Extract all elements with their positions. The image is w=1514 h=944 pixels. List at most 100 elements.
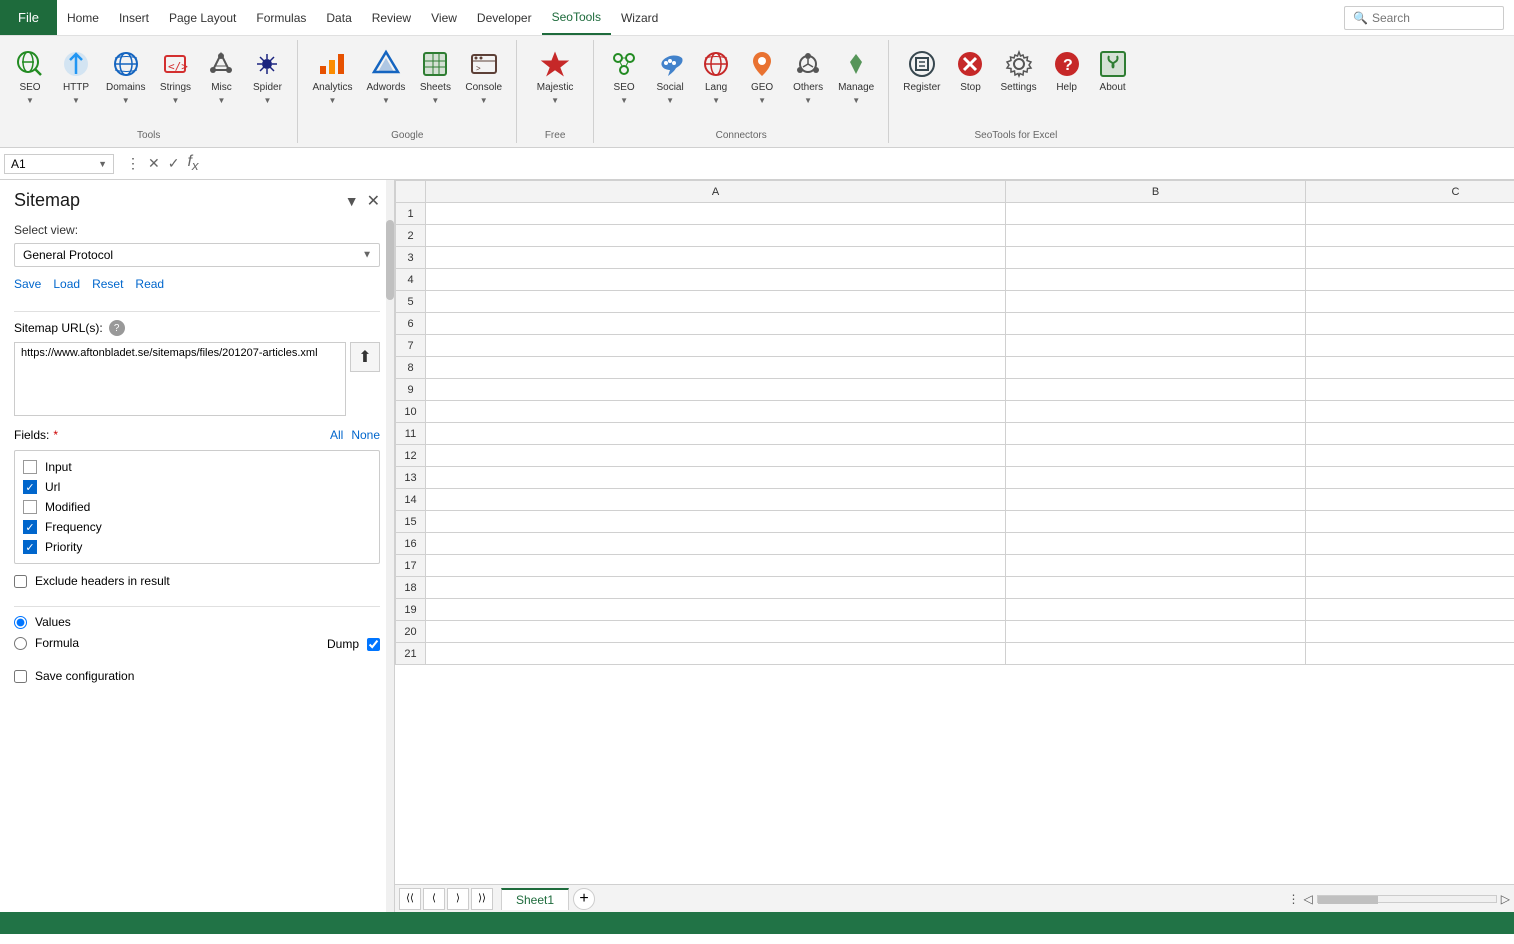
radio-item-values[interactable]: Values [14,615,380,629]
cell-a18[interactable] [426,577,1006,599]
scroll-left-icon[interactable]: ▷ [1501,892,1510,906]
cell-c6[interactable] [1306,313,1514,335]
horizontal-scrollbar[interactable] [1317,895,1497,903]
ribbon-btn-adwords[interactable]: Adwords ▼ [360,44,411,109]
col-header-b[interactable]: B [1006,181,1306,203]
cell-c18[interactable] [1306,577,1514,599]
ribbon-btn-social[interactable]: Social ▼ [648,44,692,109]
cell-b21[interactable] [1006,643,1306,665]
field-item-input[interactable]: Input [23,457,371,477]
reset-link[interactable]: Reset [92,277,123,291]
cell-a7[interactable] [426,335,1006,357]
cell-a1[interactable] [426,203,1006,225]
add-sheet-button[interactable]: + [573,888,595,910]
menu-page-layout[interactable]: Page Layout [159,0,246,35]
cell-b6[interactable] [1006,313,1306,335]
col-header-a[interactable]: A [426,181,1006,203]
cell-c5[interactable] [1306,291,1514,313]
file-menu-item[interactable]: File [0,0,57,35]
ribbon-btn-others[interactable]: Others ▼ [786,44,830,109]
sheet-nav-next[interactable]: ⟩ [447,888,469,910]
cell-c21[interactable] [1306,643,1514,665]
cell-a2[interactable] [426,225,1006,247]
cell-c10[interactable] [1306,401,1514,423]
col-header-c[interactable]: C [1306,181,1514,203]
radio-item-formula[interactable]: Formula [14,636,79,650]
confirm-formula-icon[interactable]: ✓ [168,155,180,172]
field-item-frequency[interactable]: ✓ Frequency [23,517,371,537]
sidebar-collapse-button[interactable]: ▼ [345,193,359,209]
sheet-options-icon[interactable]: ⋮ [1288,892,1300,906]
ribbon-btn-geo[interactable]: GEO ▼ [740,44,784,109]
cell-a14[interactable] [426,489,1006,511]
ribbon-btn-about[interactable]: About [1091,44,1135,98]
sheet-grid[interactable]: A B C D E 123456789101112131415161718192… [395,180,1514,884]
cell-b19[interactable] [1006,599,1306,621]
fields-all-link[interactable]: All [330,428,343,442]
cell-b8[interactable] [1006,357,1306,379]
cell-b9[interactable] [1006,379,1306,401]
formula-label[interactable]: Formula [35,636,79,650]
cell-a5[interactable] [426,291,1006,313]
ribbon-btn-seo[interactable]: SEO ▼ [8,44,52,109]
formula-radio[interactable] [14,637,27,650]
cell-b2[interactable] [1006,225,1306,247]
cell-a16[interactable] [426,533,1006,555]
cell-c14[interactable] [1306,489,1514,511]
cell-c9[interactable] [1306,379,1514,401]
cell-c20[interactable] [1306,621,1514,643]
cell-c4[interactable] [1306,269,1514,291]
save-config-label[interactable]: Save configuration [35,669,134,683]
ribbon-btn-strings[interactable]: </> Strings ▼ [153,44,197,109]
url-upload-button[interactable]: ⬆ [350,342,380,372]
cell-c19[interactable] [1306,599,1514,621]
cell-a9[interactable] [426,379,1006,401]
cell-c8[interactable] [1306,357,1514,379]
search-box[interactable]: 🔍 [1344,6,1504,30]
cell-a12[interactable] [426,445,1006,467]
menu-home[interactable]: Home [57,0,109,35]
scroll-right-icon[interactable]: ◁ [1304,892,1313,906]
cell-b7[interactable] [1006,335,1306,357]
cell-c3[interactable] [1306,247,1514,269]
ribbon-btn-console[interactable]: >_ Console ▼ [459,44,508,109]
save-config-checkbox[interactable] [14,670,27,683]
exclude-headers-label[interactable]: Exclude headers in result [35,574,170,588]
ribbon-btn-spider[interactable]: Spider ▼ [245,44,289,109]
select-view-dropdown[interactable]: General Protocol XML RSS Atom Text [14,243,380,267]
cell-c12[interactable] [1306,445,1514,467]
cell-a19[interactable] [426,599,1006,621]
sitemap-url-help-icon[interactable]: ? [109,320,125,336]
cell-b16[interactable] [1006,533,1306,555]
cell-a15[interactable] [426,511,1006,533]
cell-b20[interactable] [1006,621,1306,643]
formula-fx-icon[interactable]: fx [187,153,198,173]
dump-checkbox[interactable] [367,638,380,651]
sheet-nav-prev[interactable]: ⟨ [423,888,445,910]
menu-review[interactable]: Review [362,0,421,35]
values-radio[interactable] [14,616,27,629]
fields-none-link[interactable]: None [351,428,380,442]
cell-b10[interactable] [1006,401,1306,423]
values-label[interactable]: Values [35,615,71,629]
menu-developer[interactable]: Developer [467,0,542,35]
cell-a17[interactable] [426,555,1006,577]
cell-b3[interactable] [1006,247,1306,269]
formula-options-icon[interactable]: ⋮ [126,155,140,172]
cell-c7[interactable] [1306,335,1514,357]
cell-c2[interactable] [1306,225,1514,247]
cell-a11[interactable] [426,423,1006,445]
sheet-nav-last[interactable]: ⟩⟩ [471,888,493,910]
cell-b15[interactable] [1006,511,1306,533]
cell-a4[interactable] [426,269,1006,291]
cell-c11[interactable] [1306,423,1514,445]
ribbon-btn-register[interactable]: Register [897,44,946,98]
field-item-priority[interactable]: ✓ Priority [23,537,371,557]
menu-insert[interactable]: Insert [109,0,159,35]
sidebar-close-button[interactable]: ✕ [367,191,380,211]
ribbon-btn-http[interactable]: HTTP ▼ [54,44,98,109]
cell-a10[interactable] [426,401,1006,423]
field-checkbox-frequency[interactable]: ✓ [23,520,37,534]
cell-b12[interactable] [1006,445,1306,467]
save-link[interactable]: Save [14,277,41,291]
